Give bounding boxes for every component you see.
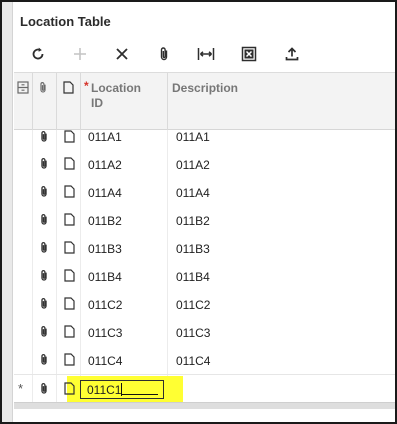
paperclip-icon[interactable] — [39, 325, 49, 341]
location-id-cell[interactable]: 011A1 — [88, 130, 122, 144]
description-cell[interactable]: 011C3 — [176, 326, 210, 340]
location-id-column-header[interactable]: Location ID — [91, 81, 141, 111]
add-row-button[interactable] — [66, 40, 94, 68]
description-cell[interactable]: 011A2 — [176, 158, 210, 172]
note-icon[interactable] — [64, 241, 75, 257]
new-row[interactable]: * 011C1 — [14, 374, 395, 403]
required-marker: * — [84, 79, 89, 93]
attachment-column-header[interactable] — [38, 81, 48, 99]
paperclip-icon — [40, 82, 46, 93]
description-column-header[interactable]: Description — [172, 81, 238, 96]
table-row[interactable]: 011B4 011B4 — [14, 262, 395, 290]
description-cell[interactable]: 011B3 — [176, 242, 210, 256]
table-row[interactable]: 011A1 011A1 — [14, 130, 395, 144]
paperclip-icon[interactable] — [39, 353, 49, 369]
paperclip-icon — [160, 47, 168, 61]
table-row[interactable]: 011C3 011C3 — [14, 318, 395, 346]
paperclip-icon[interactable] — [39, 185, 49, 201]
note-icon[interactable] — [64, 213, 75, 229]
description-cell[interactable]: 011C4 — [176, 354, 210, 368]
paperclip-icon[interactable] — [39, 213, 49, 229]
note-icon[interactable] — [64, 130, 75, 144]
location-id-cell[interactable]: 011A2 — [88, 158, 122, 172]
paperclip-icon[interactable] — [39, 241, 49, 257]
description-cell[interactable]: 011B2 — [176, 214, 210, 228]
file-cabinet-icon — [17, 81, 29, 94]
close-icon — [116, 48, 128, 60]
location-id-input-value: 011C1 — [87, 383, 122, 397]
location-id-cell[interactable]: 011B4 — [88, 270, 122, 284]
location-id-cell[interactable]: 011B3 — [88, 242, 122, 256]
note-icon[interactable] — [64, 185, 75, 201]
grid-header: * Location ID Description — [14, 72, 395, 130]
input-underline — [122, 384, 159, 395]
export-excel-button[interactable] — [235, 40, 263, 68]
panel-title: Location Table — [20, 14, 111, 29]
upload-icon — [285, 47, 299, 61]
note-column-header[interactable] — [63, 81, 74, 99]
upload-button[interactable] — [278, 40, 306, 68]
paperclip-icon[interactable] — [39, 130, 49, 144]
note-icon[interactable] — [64, 157, 75, 173]
left-gutter — [2, 2, 13, 422]
attach-button[interactable] — [150, 40, 178, 68]
note-icon[interactable] — [64, 382, 75, 400]
delete-row-button[interactable] — [108, 40, 136, 68]
table-row[interactable]: 011C2 011C2 — [14, 290, 395, 318]
location-id-cell[interactable]: 011C3 — [88, 326, 122, 340]
note-icon[interactable] — [64, 325, 75, 341]
table-row[interactable]: 011A2 011A2 — [14, 150, 395, 178]
fit-columns-button[interactable] — [192, 40, 220, 68]
paperclip-icon[interactable] — [39, 297, 49, 313]
plus-icon — [74, 48, 86, 60]
paperclip-icon[interactable] — [39, 157, 49, 173]
description-cell[interactable]: 011A4 — [176, 186, 210, 200]
description-cell[interactable]: 011B4 — [176, 270, 210, 284]
location-id-cell[interactable]: 011A4 — [88, 186, 122, 200]
grid-toolbar — [14, 40, 395, 68]
paperclip-icon[interactable] — [39, 269, 49, 285]
excel-icon — [241, 46, 257, 62]
location-id-cell[interactable]: 011C2 — [88, 298, 122, 312]
table-row[interactable]: 011B3 011B3 — [14, 234, 395, 262]
description-cell[interactable]: 011A1 — [176, 130, 210, 144]
location-id-cell[interactable]: 011C4 — [88, 354, 122, 368]
note-icon[interactable] — [64, 353, 75, 369]
location-id-cell[interactable]: 011B2 — [88, 214, 122, 228]
table-row[interactable]: 011B2 011B2 — [14, 206, 395, 234]
fit-width-icon — [197, 48, 215, 60]
table-row[interactable]: 011C4 011C4 — [14, 346, 395, 374]
horizontal-scrollbar[interactable] — [14, 402, 395, 409]
location-table-window: Location Table * Location ID Description… — [0, 0, 397, 424]
refresh-icon — [32, 47, 44, 60]
location-table-panel: Location Table * Location ID Description… — [14, 2, 395, 422]
note-icon[interactable] — [64, 269, 75, 285]
description-cell[interactable]: 011C2 — [176, 298, 210, 312]
row-selector-header[interactable] — [17, 81, 29, 99]
table-row[interactable]: 011A4 011A4 — [14, 178, 395, 206]
new-row-marker: * — [18, 381, 24, 396]
note-icon[interactable] — [64, 297, 75, 313]
refresh-button[interactable] — [24, 40, 52, 68]
location-id-input[interactable]: 011C1 — [80, 380, 164, 399]
paperclip-icon[interactable] — [39, 382, 49, 400]
note-icon — [63, 81, 74, 94]
